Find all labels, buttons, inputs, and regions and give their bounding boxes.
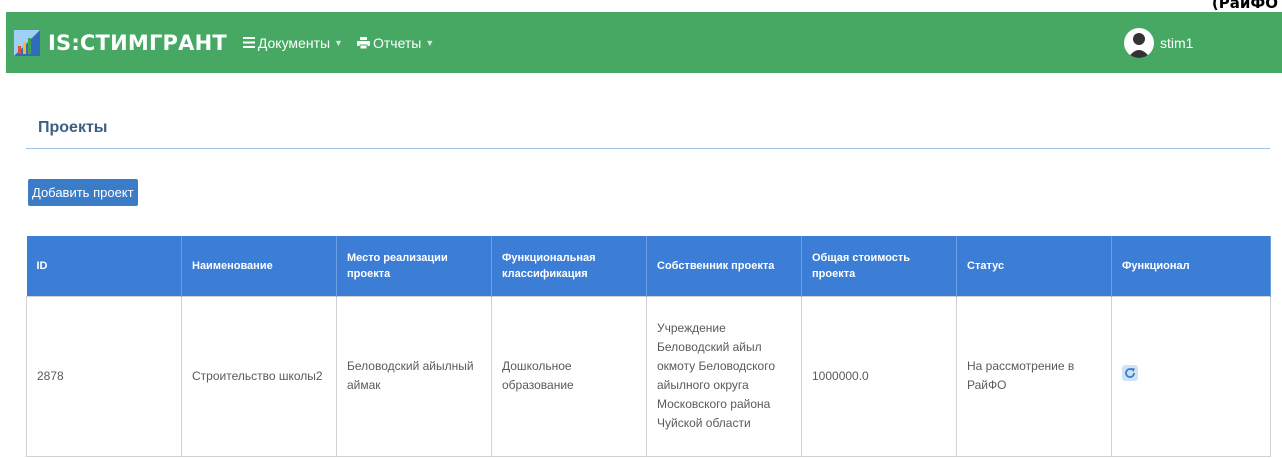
brand-name: IS:СТИМГРАНТ [48, 30, 227, 55]
cell-id: 2878 [26, 295, 182, 457]
title-divider [26, 148, 1270, 149]
brand-logo-icon [14, 29, 40, 56]
column-header-location[interactable]: Место реализации проекта [336, 236, 492, 296]
brand[interactable]: IS:СТИМГРАНТ [14, 29, 227, 56]
column-header-actions: Функционал [1111, 236, 1271, 296]
cell-name: Строительство школы2 [181, 295, 337, 457]
nav-item-reports[interactable]: Отчеты ▼ [356, 34, 435, 51]
chevron-down-icon: ▼ [425, 37, 435, 48]
corner-text-fragment: (РайФО [1211, 0, 1278, 12]
add-project-button[interactable]: Добавить проект [28, 179, 138, 206]
cell-status: На рассмотрение в РайФО [956, 295, 1112, 457]
cell-location: Беловодский айылный аймак [336, 295, 492, 457]
cell-classification: Дошкольное образование [491, 295, 647, 457]
column-header-owner[interactable]: Собственник проекта [646, 236, 802, 296]
column-header-status[interactable]: Статус [956, 236, 1112, 296]
cell-actions [1111, 295, 1271, 457]
nav-item-reports-label: Отчеты [372, 34, 422, 51]
nav-menu: Документы ▼ Отчеты ▼ [242, 34, 448, 51]
column-header-name[interactable]: Наименование [181, 236, 337, 296]
table-row: 2878 Строительство школы2 Беловодский ай… [26, 295, 1271, 457]
column-header-classification[interactable]: Функциональная классификация [491, 236, 647, 296]
column-header-cost[interactable]: Общая стоимость проекта [801, 236, 957, 296]
refresh-icon[interactable] [1122, 365, 1138, 381]
page-title: Проекты [38, 119, 108, 136]
user-name: stim1 [1160, 34, 1194, 51]
column-header-id[interactable]: ID [26, 236, 182, 296]
user-avatar-icon [1124, 27, 1154, 58]
cell-owner: Учреждение Беловодский айыл окмоту Белов… [646, 295, 802, 457]
projects-table: ID Наименование Место реализации проекта… [26, 236, 1271, 457]
table-header-row: ID Наименование Место реализации проекта… [26, 236, 1271, 296]
user-menu[interactable]: stim1 [1124, 12, 1193, 73]
chevron-down-icon: ▼ [334, 37, 343, 48]
nav-item-documents[interactable]: Документы ▼ [242, 34, 343, 51]
top-navbar: IS:СТИМГРАНТ Документы ▼ Отчеты ▼ stim1 [6, 12, 1282, 73]
cell-cost: 1000000.0 [801, 295, 957, 457]
nav-item-documents-label: Документы [257, 34, 331, 51]
list-icon [242, 37, 255, 48]
printer-icon [356, 36, 370, 49]
